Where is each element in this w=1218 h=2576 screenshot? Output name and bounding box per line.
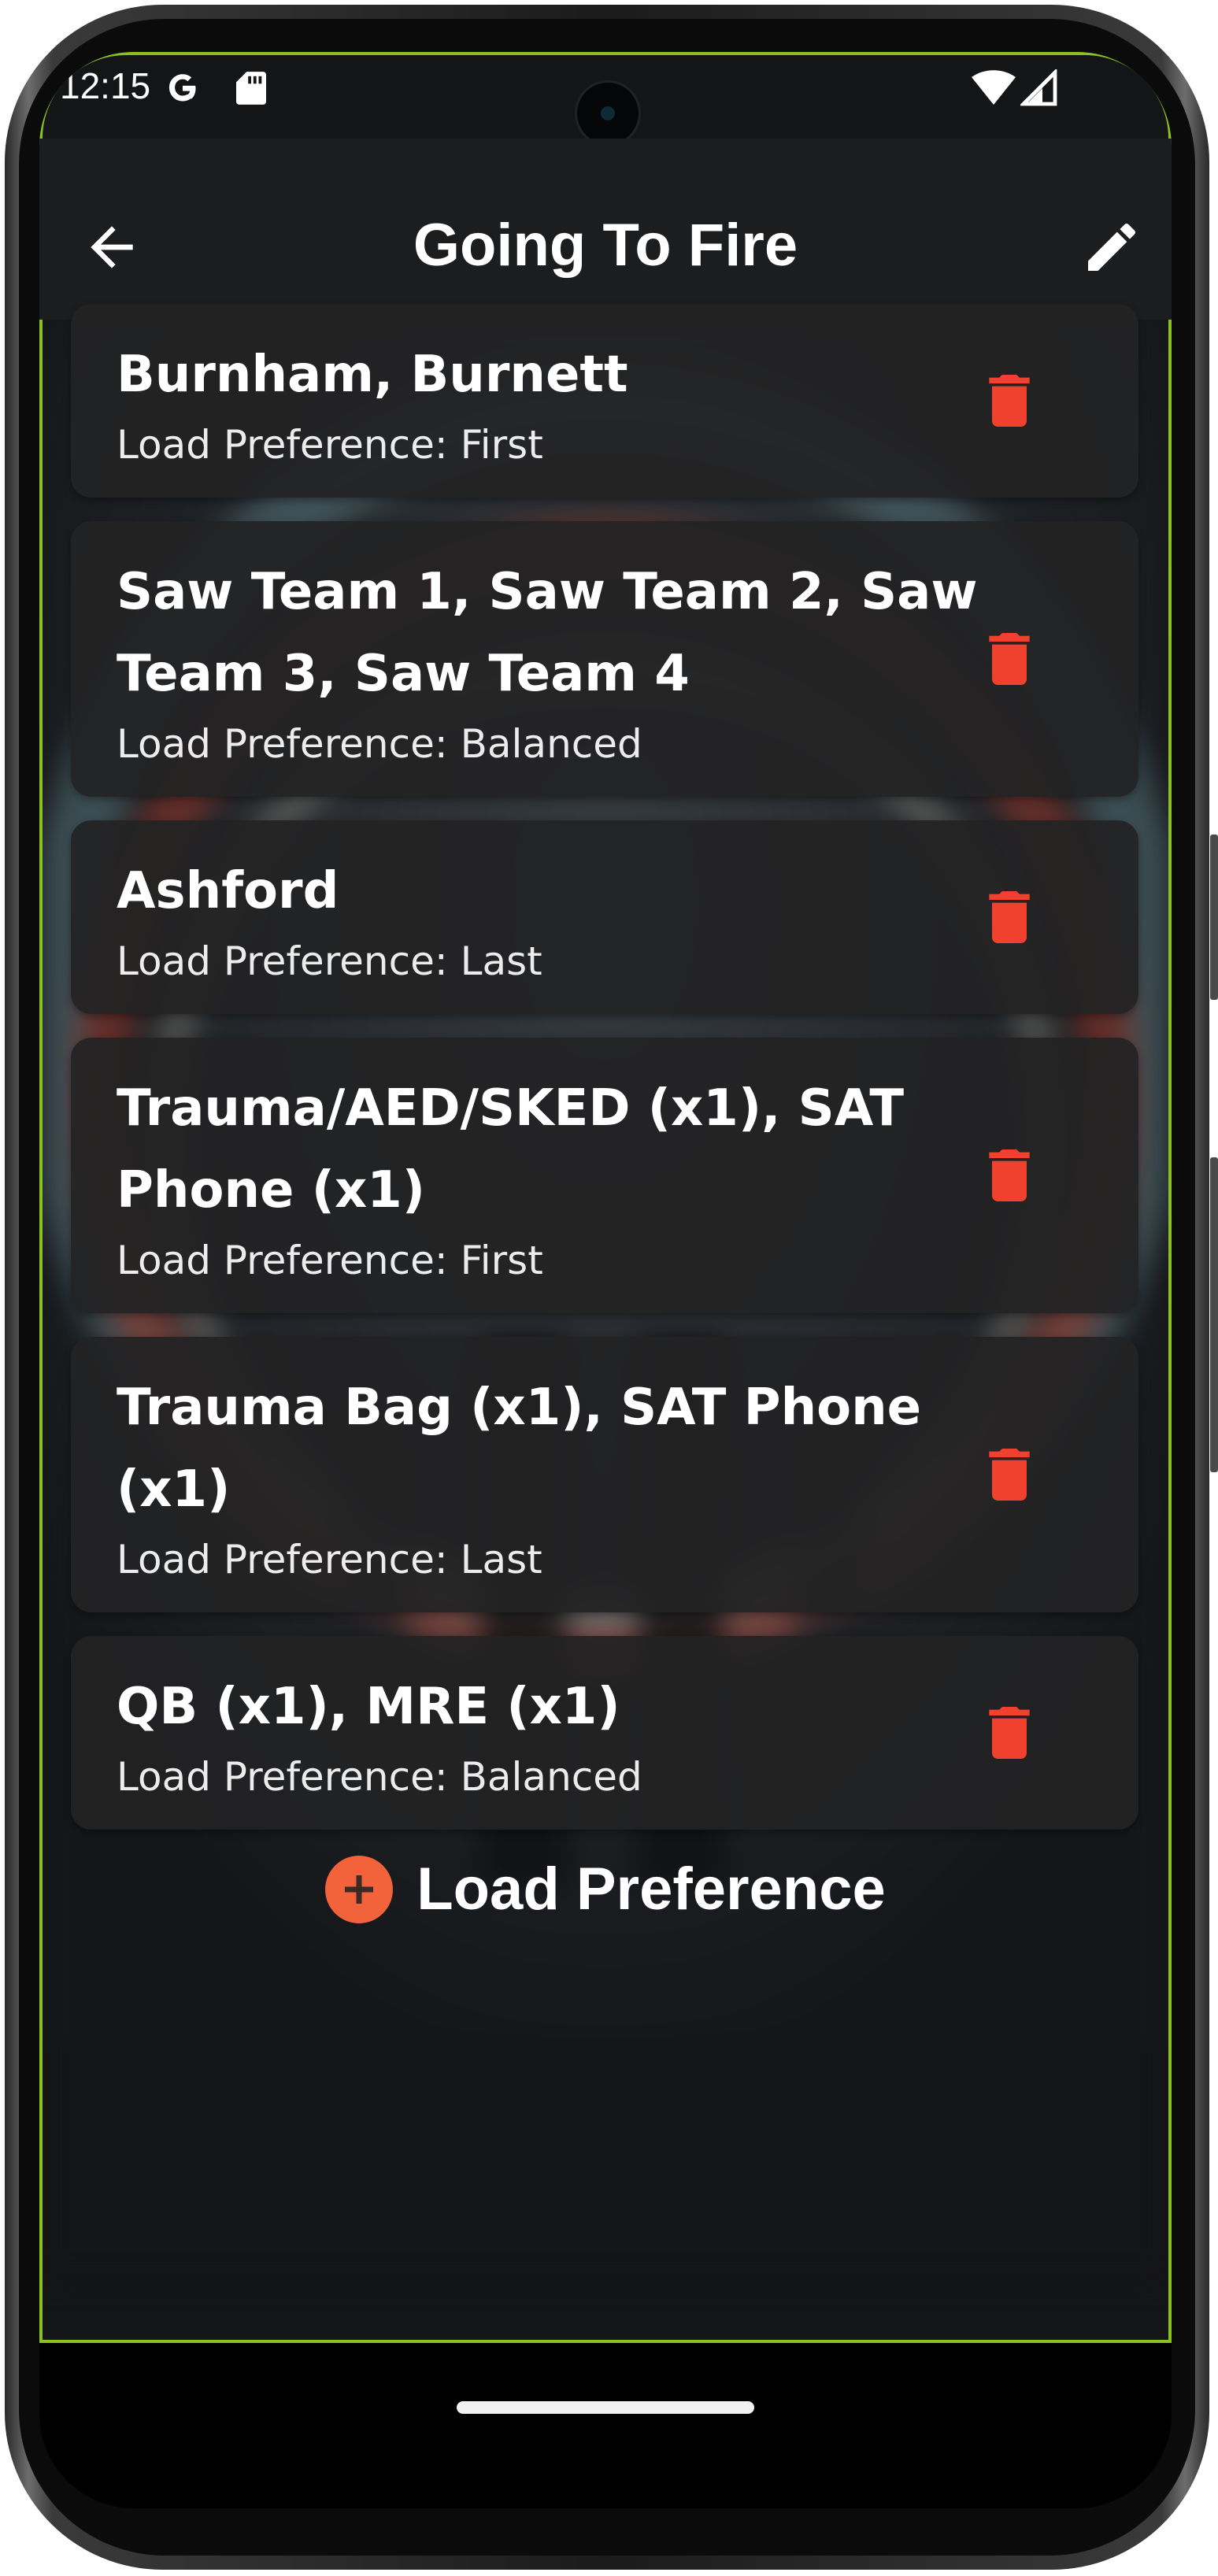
preference-card[interactable]: Ashford Load Preference: Last bbox=[71, 820, 1138, 1014]
preference-card[interactable]: QB (x1), MRE (x1) Load Preference: Balan… bbox=[71, 1636, 1138, 1830]
page-title: Going To Fire bbox=[413, 212, 798, 279]
google-g-icon bbox=[168, 74, 196, 102]
trash-icon[interactable] bbox=[989, 1707, 1030, 1759]
preference-title: Trauma Bag (x1), SAT Phone (x1) bbox=[117, 1379, 922, 1519]
preference-title: Ashford bbox=[117, 862, 339, 920]
add-load-preference-button[interactable]: Load Preference bbox=[325, 1855, 886, 1923]
signal-icon bbox=[1020, 69, 1057, 106]
preference-card[interactable]: Trauma/AED/SKED (x1), SAT Phone (x1) Loa… bbox=[71, 1038, 1138, 1313]
preference-title: Trauma/AED/SKED (x1), SAT Phone (x1) bbox=[117, 1079, 904, 1220]
power-button bbox=[1210, 1157, 1218, 1472]
trash-icon[interactable] bbox=[989, 1449, 1030, 1501]
pencil-icon[interactable] bbox=[1080, 216, 1143, 279]
app-bar: Going To Fire bbox=[39, 139, 1172, 320]
preference-subtitle: Load Preference: First bbox=[117, 1238, 543, 1283]
preference-card[interactable]: Burnham, Burnett Load Preference: First bbox=[71, 304, 1138, 498]
add-row: Load Preference bbox=[39, 1855, 1172, 1926]
trash-icon[interactable] bbox=[989, 1149, 1030, 1201]
preference-card[interactable]: Saw Team 1, Saw Team 2, Saw Team 3, Saw … bbox=[71, 521, 1138, 797]
screen: 12:15 Going To Fire Burnham, Burnett Loa… bbox=[39, 52, 1172, 2508]
trash-icon[interactable] bbox=[989, 891, 1030, 943]
volume-button bbox=[1210, 835, 1218, 1000]
preference-subtitle: Load Preference: Balanced bbox=[117, 1754, 642, 1800]
trash-icon[interactable] bbox=[989, 375, 1030, 427]
home-indicator[interactable] bbox=[457, 2401, 754, 2414]
preference-card[interactable]: Trauma Bag (x1), SAT Phone (x1) Load Pre… bbox=[71, 1337, 1138, 1612]
plus-circle-icon bbox=[325, 1855, 394, 1923]
phone-device: 12:15 Going To Fire Burnham, Burnett Loa… bbox=[0, 0, 1218, 2576]
preference-subtitle: Load Preference: First bbox=[117, 422, 543, 468]
preference-list: Burnham, Burnett Load Preference: First … bbox=[71, 304, 1138, 1853]
preference-title: Burnham, Burnett bbox=[117, 346, 628, 404]
preference-subtitle: Load Preference: Last bbox=[117, 938, 542, 984]
wifi-icon bbox=[972, 70, 1016, 105]
add-load-preference-label: Load Preference bbox=[416, 1856, 886, 1923]
sd-card-icon bbox=[236, 72, 266, 105]
preference-title: Saw Team 1, Saw Team 2, Saw Team 3, Saw … bbox=[117, 563, 978, 703]
preference-subtitle: Load Preference: Balanced bbox=[117, 721, 642, 767]
preference-title: QB (x1), MRE (x1) bbox=[117, 1678, 620, 1736]
trash-icon[interactable] bbox=[989, 633, 1030, 685]
front-camera bbox=[575, 80, 641, 146]
preference-subtitle: Load Preference: Last bbox=[117, 1537, 542, 1582]
gesture-nav-area bbox=[39, 2343, 1172, 2508]
status-time: 12:15 bbox=[60, 65, 151, 106]
